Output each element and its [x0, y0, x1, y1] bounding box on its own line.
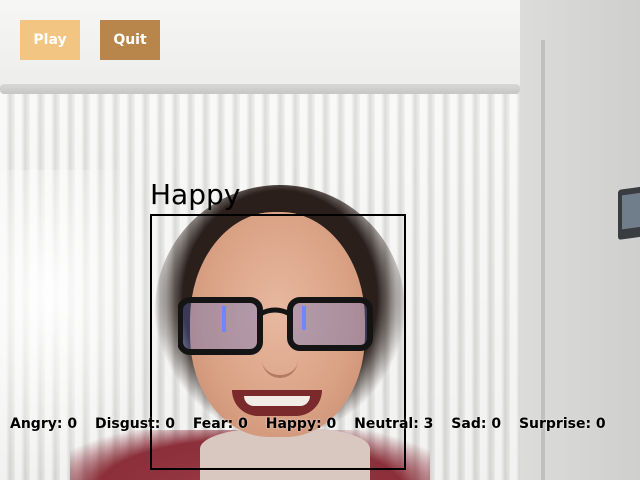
quit-button[interactable]: Quit: [100, 20, 160, 60]
emotion-count-sad: Sad: 0: [451, 416, 502, 432]
emotion-count-angry: Angry: 0: [10, 416, 78, 432]
emotion-count-fear: Fear: 0: [192, 416, 248, 432]
wall-corner: [541, 40, 545, 480]
emotion-count-happy: Happy: 0: [265, 416, 337, 432]
monitor: [618, 186, 640, 240]
wall: [520, 0, 640, 480]
emotion-count-disgust: Disgust: 0: [94, 416, 175, 432]
emotion-counts: Angry: 0 Disgust: 0 Fear: 0 Happy: 0 Neu…: [10, 416, 630, 432]
detected-emotion-label: Happy: [150, 178, 241, 211]
curtain-rod: [0, 84, 520, 94]
emotion-count-surprise: Surprise: 0: [518, 416, 606, 432]
play-button[interactable]: Play: [20, 20, 80, 60]
emotion-count-neutral: Neutral: 3: [354, 416, 434, 432]
